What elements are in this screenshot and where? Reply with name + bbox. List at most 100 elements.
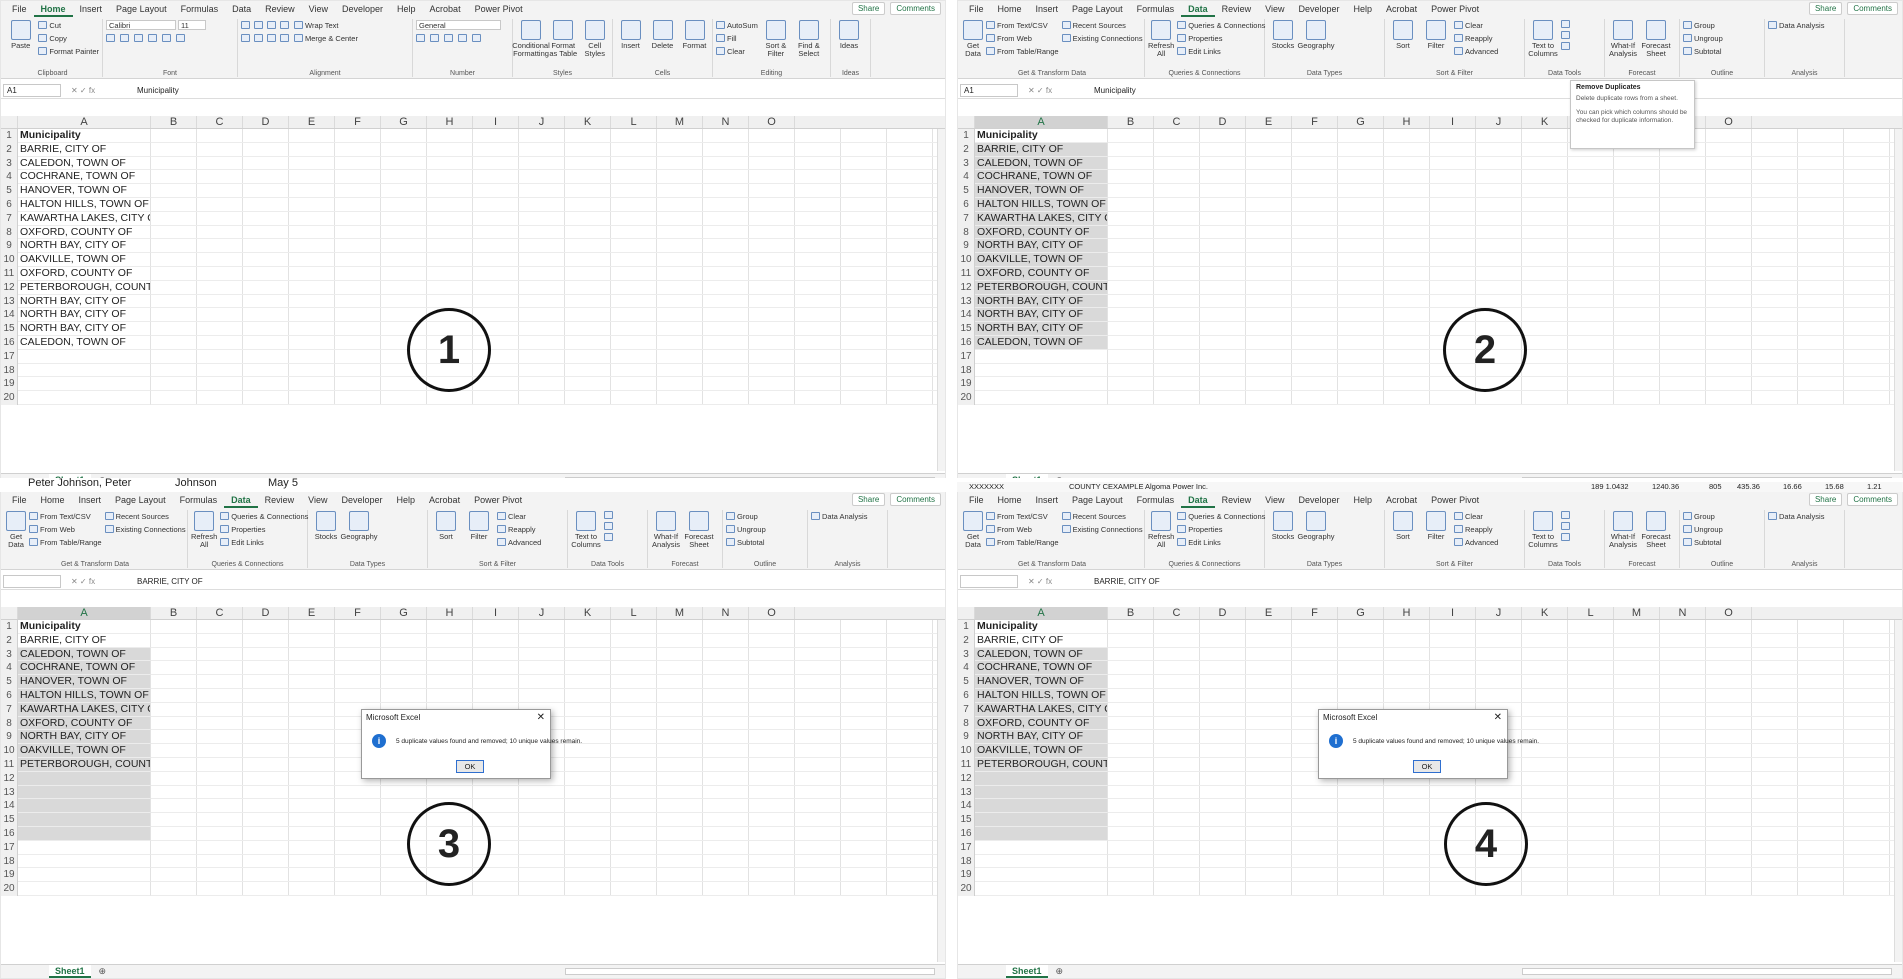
column-header-e[interactable]: E xyxy=(289,116,335,128)
cell-a[interactable]: OXFORD, COUNTY OF xyxy=(975,266,1108,281)
cell-a[interactable]: HALTON HILLS, TOWN OF xyxy=(975,688,1108,703)
row-number[interactable]: 10 xyxy=(958,253,975,267)
empty-cells[interactable] xyxy=(1108,239,1902,254)
empty-cells[interactable] xyxy=(151,633,945,648)
empty-cells[interactable] xyxy=(151,308,945,323)
recent-sources-button[interactable]: Recent Sources xyxy=(1061,511,1143,521)
share-button[interactable]: Share xyxy=(851,493,886,506)
refresh-all-button[interactable]: Refresh All xyxy=(191,511,217,549)
row-number[interactable]: 12 xyxy=(958,280,975,295)
tab-help[interactable]: Help xyxy=(390,492,423,508)
row-number[interactable]: 18 xyxy=(958,363,975,378)
recent-sources-button[interactable]: Recent Sources xyxy=(1061,20,1143,30)
empty-cells[interactable] xyxy=(1108,184,1902,198)
cell-a[interactable]: NORTH BAY, CITY OF xyxy=(975,322,1108,336)
cell-a[interactable]: NORTH BAY, CITY OF xyxy=(975,294,1108,309)
tab-developer[interactable]: Developer xyxy=(1292,1,1347,17)
vertical-scrollbar[interactable] xyxy=(1894,129,1902,471)
cell-a[interactable] xyxy=(975,826,1108,841)
cell-a[interactable]: HALTON HILLS, TOWN OF xyxy=(18,688,151,703)
tab-file[interactable]: File xyxy=(962,1,991,17)
empty-cells[interactable] xyxy=(1108,661,1902,676)
empty-cells[interactable] xyxy=(151,688,945,703)
existing-connections-button[interactable]: Existing Connections xyxy=(1061,524,1143,534)
row-number[interactable]: 3 xyxy=(1,156,18,171)
cell-a[interactable]: PETERBOROUGH, COUNTY OF xyxy=(975,757,1108,772)
row-number[interactable]: 14 xyxy=(958,308,975,323)
row-number[interactable]: 1 xyxy=(958,620,975,634)
column-header-h[interactable]: H xyxy=(427,116,473,128)
row-number[interactable]: 17 xyxy=(1,840,18,855)
percent-icon[interactable] xyxy=(430,34,439,42)
cell-a[interactable]: HALTON HILLS, TOWN OF xyxy=(18,197,151,212)
format-as-table-button[interactable]: Format as Table xyxy=(549,20,578,58)
column-header-j[interactable]: J xyxy=(1476,116,1522,128)
properties-button[interactable]: Properties xyxy=(1177,524,1265,534)
cell-a[interactable] xyxy=(18,840,151,855)
text-to-columns-button[interactable]: Text to Columns xyxy=(571,511,601,549)
existing-connections-button[interactable]: Existing Connections xyxy=(1061,33,1143,43)
cell-a[interactable] xyxy=(18,826,151,841)
insert-cells-button[interactable]: Insert xyxy=(616,20,645,50)
data-analysis-button[interactable]: Data Analysis xyxy=(1768,20,1824,30)
row-number[interactable]: 19 xyxy=(958,377,975,392)
row-number[interactable]: 9 xyxy=(958,239,975,254)
cell-a[interactable]: CALEDON, TOWN OF xyxy=(975,647,1108,662)
tab-developer[interactable]: Developer xyxy=(335,492,390,508)
cell-a[interactable]: HANOVER, TOWN OF xyxy=(975,675,1108,689)
tab-page-layout[interactable]: Page Layout xyxy=(1065,492,1130,508)
add-sheet-button[interactable]: ⊕ xyxy=(99,966,107,977)
row-number[interactable]: 18 xyxy=(1,363,18,378)
column-header-d[interactable]: D xyxy=(243,607,289,619)
fx-icon[interactable]: ✕ ✓ fx xyxy=(1018,86,1088,95)
cell-a[interactable]: COCHRANE, TOWN OF xyxy=(975,170,1108,185)
advanced-filter-button[interactable]: Advanced xyxy=(1454,46,1498,56)
cell-a[interactable]: COCHRANE, TOWN OF xyxy=(18,170,151,185)
comments-button[interactable]: Comments xyxy=(1847,2,1898,15)
column-header-l[interactable]: L xyxy=(611,116,657,128)
cell-a[interactable]: NORTH BAY, CITY OF xyxy=(18,730,151,745)
row-number[interactable]: 6 xyxy=(1,197,18,212)
column-header-i[interactable]: I xyxy=(473,607,519,619)
tab-home[interactable]: Home xyxy=(991,1,1029,17)
edit-links-button[interactable]: Edit Links xyxy=(1177,537,1265,547)
align-bottom-icon[interactable] xyxy=(267,21,276,29)
empty-cells[interactable] xyxy=(151,184,945,198)
tab-home[interactable]: Home xyxy=(34,492,72,508)
geography-button[interactable]: Geography xyxy=(340,511,378,541)
column-header-b[interactable]: B xyxy=(151,116,197,128)
cell-a[interactable]: KAWARTHA LAKES, CITY OF xyxy=(975,702,1108,717)
from-web-button[interactable]: From Web xyxy=(986,524,1059,534)
row-number[interactable]: 4 xyxy=(1,661,18,676)
name-box[interactable]: A1 xyxy=(960,84,1018,97)
row-number[interactable]: 7 xyxy=(958,702,975,717)
tab-acrobat[interactable]: Acrobat xyxy=(422,492,467,508)
column-header-l[interactable]: L xyxy=(1568,607,1614,619)
advanced-filter-button[interactable]: Advanced xyxy=(497,537,541,547)
vertical-scrollbar[interactable] xyxy=(1894,620,1902,962)
cell-a[interactable]: KAWARTHA LAKES, CITY OF xyxy=(975,211,1108,226)
empty-cells[interactable] xyxy=(151,377,945,392)
comma-icon[interactable] xyxy=(444,34,453,42)
sheet-tab[interactable]: Sheet1 xyxy=(49,965,91,978)
clear-filter-button[interactable]: Clear xyxy=(497,511,541,521)
recent-sources-button[interactable]: Recent Sources xyxy=(104,511,186,521)
empty-cells[interactable] xyxy=(1108,211,1902,226)
orientation-icon[interactable] xyxy=(280,21,289,29)
sheet-tab[interactable]: Sheet1 xyxy=(1006,965,1048,978)
empty-cells[interactable] xyxy=(151,280,945,295)
empty-cells[interactable] xyxy=(1108,785,1902,800)
what-if-analysis-button[interactable]: What-If Analysis xyxy=(651,511,681,549)
delete-cells-button[interactable]: Delete xyxy=(648,20,677,50)
column-header-f[interactable]: F xyxy=(1292,607,1338,619)
cell-a[interactable] xyxy=(18,785,151,800)
tab-file[interactable]: File xyxy=(962,492,991,508)
fill-color-icon[interactable] xyxy=(162,34,171,42)
column-header-b[interactable]: B xyxy=(1108,607,1154,619)
cell-a[interactable]: BARRIE, CITY OF xyxy=(975,142,1108,157)
geography-button[interactable]: Geography xyxy=(1297,511,1335,541)
sort-button[interactable]: Sort xyxy=(1388,511,1418,541)
cell-a[interactable]: NORTH BAY, CITY OF xyxy=(975,308,1108,323)
empty-cells[interactable] xyxy=(151,363,945,378)
cell-a[interactable] xyxy=(18,882,151,896)
